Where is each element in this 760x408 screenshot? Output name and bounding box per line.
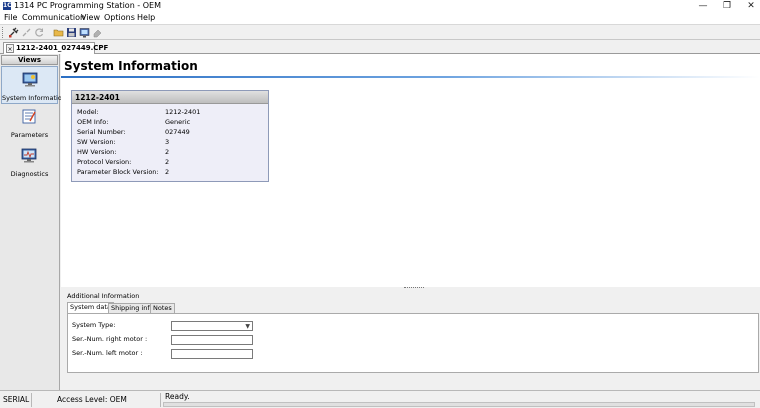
title-underline — [61, 76, 760, 78]
info-row: HW Version: 2 — [77, 147, 265, 157]
right-motor-serial-input[interactable] — [171, 335, 253, 345]
status-port: SERIAL — [3, 395, 30, 404]
status-bar: SERIAL Access Level: OEM Ready. — [0, 390, 760, 408]
parameters-icon — [21, 109, 37, 124]
info-row: Parameter Block Version: 2 — [77, 167, 265, 177]
system-info-box: 1212-2401 Model: 1212-2401 OEM Info: Gen… — [71, 90, 269, 182]
info-value: 2 — [165, 148, 170, 156]
toolbar — [0, 24, 760, 40]
view-label: Parameters — [10, 131, 49, 139]
info-row: Model: 1212-2401 — [77, 107, 265, 117]
window-title: 1314 PC Programming Station - OEM — [14, 1, 161, 10]
app-icon: 1C — [3, 2, 12, 10]
close-button[interactable]: ✕ — [736, 0, 760, 12]
info-label: SW Version: — [77, 138, 116, 146]
open-folder-icon[interactable] — [53, 27, 64, 38]
toolbar-grip[interactable] — [2, 27, 5, 38]
menu-file[interactable]: File — [4, 13, 17, 23]
info-label: HW Version: — [77, 148, 117, 156]
view-item-parameters[interactable]: Parameters — [1, 104, 58, 142]
save-icon[interactable] — [66, 27, 77, 38]
info-label: Protocol Version: — [77, 158, 132, 166]
view-item-diagnostics[interactable]: Diagnostics — [1, 143, 58, 181]
connect-icon[interactable] — [8, 27, 19, 38]
info-row: OEM Info: Generic — [77, 117, 265, 127]
splitter-grip[interactable] — [404, 287, 424, 289]
menu-view[interactable]: View — [81, 13, 100, 23]
status-access-level: Access Level: OEM — [57, 395, 127, 404]
left-motor-serial-input[interactable] — [171, 349, 253, 359]
info-value: 2 — [165, 168, 170, 176]
view-label: Diagnostics — [10, 170, 49, 178]
info-label: Serial Number: — [77, 128, 126, 136]
info-value: Generic — [165, 118, 191, 126]
document-tab-strip: × 1212-2401_027449.CPF — [0, 40, 760, 54]
refresh-icon[interactable] — [34, 27, 45, 38]
menu-options[interactable]: Options — [104, 13, 135, 23]
info-value: 027449 — [165, 128, 190, 136]
chevron-down-icon[interactable]: ▼ — [245, 322, 250, 331]
info-row: SW Version: 3 — [77, 137, 265, 147]
tab-notes[interactable]: Notes — [150, 303, 175, 313]
views-sidebar: Views System Information Parameters Diag… — [0, 54, 66, 390]
program-icon[interactable] — [79, 27, 90, 38]
views-header: Views — [1, 55, 58, 65]
info-value: 1212-2401 — [165, 108, 201, 116]
info-label: Model: — [77, 108, 99, 116]
erase-icon[interactable] — [92, 27, 103, 38]
system-data-panel: System Type: ▼ Ser.-Num. right motor : S… — [67, 313, 759, 373]
info-row: Protocol Version: 2 — [77, 157, 265, 167]
left-motor-serial-label: Ser.-Num. left motor : — [72, 349, 143, 357]
view-label: System Information — [2, 94, 66, 102]
title-bar: 1C 1314 PC Programming Station - OEM — ❐… — [0, 0, 760, 12]
document-tab[interactable]: × 1212-2401_027449.CPF — [3, 42, 108, 54]
status-separator — [160, 393, 161, 407]
info-value: 3 — [165, 138, 170, 146]
right-motor-serial-label: Ser.-Num. right motor : — [72, 335, 148, 343]
system-information-icon — [22, 72, 38, 87]
additional-info-title: Additional Information — [67, 292, 140, 300]
view-item-system-information[interactable]: System Information — [1, 66, 66, 104]
info-value: 2 — [165, 158, 170, 166]
status-state: Ready. — [165, 392, 190, 401]
menu-help[interactable]: Help — [137, 13, 155, 23]
document-tab-label: 1212-2401_027449.CPF — [16, 44, 109, 52]
info-label: Parameter Block Version: — [77, 168, 159, 176]
system-type-label: System Type: — [72, 321, 116, 329]
additional-info-panel: Additional Information System data Shipp… — [61, 290, 760, 390]
main-content: System Information 1212-2401 Model: 1212… — [61, 54, 760, 290]
progress-bar — [163, 402, 755, 407]
disconnect-icon[interactable] — [21, 27, 32, 38]
info-box-header: 1212-2401 — [72, 91, 268, 104]
system-type-select[interactable]: ▼ — [171, 321, 253, 331]
page-title: System Information — [64, 59, 198, 73]
info-row: Serial Number: 027449 — [77, 127, 265, 137]
menu-bar: File Communication View Options Help — [0, 12, 760, 24]
status-separator — [31, 393, 32, 407]
menu-communication[interactable]: Communication — [22, 13, 85, 23]
diagnostics-icon — [21, 148, 37, 163]
info-label: OEM Info: — [77, 118, 109, 126]
close-tab-icon[interactable]: × — [6, 44, 14, 53]
